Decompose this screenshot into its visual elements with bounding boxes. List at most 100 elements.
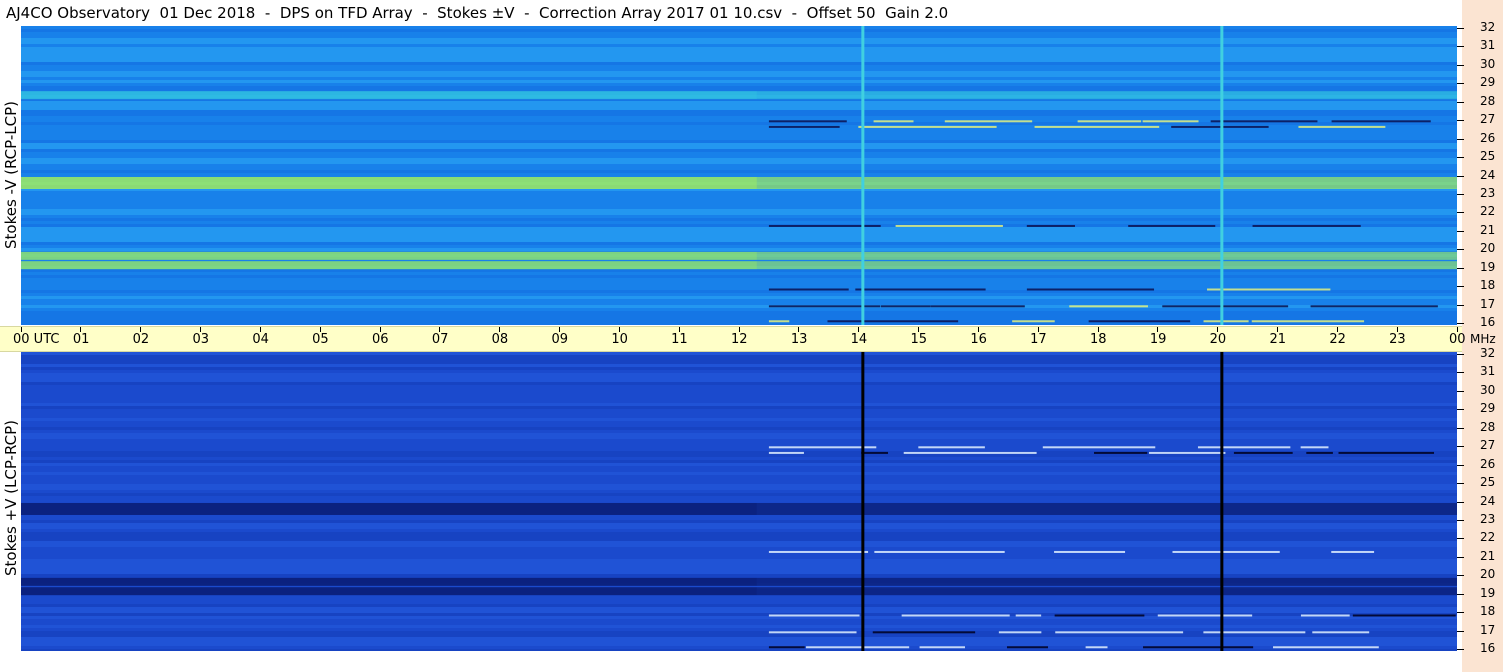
interference-streak bbox=[1251, 320, 1365, 323]
time-tick-label: 06 bbox=[372, 332, 389, 347]
frequency-tick-mark bbox=[1457, 120, 1464, 122]
time-tick-label: 05 bbox=[312, 332, 329, 347]
time-tick-label: 22 bbox=[1329, 332, 1346, 347]
spectrogram-texture-row bbox=[21, 149, 1457, 152]
spectrogram-texture-row bbox=[21, 364, 1457, 367]
frequency-tick-label: 28 bbox=[1480, 419, 1496, 434]
spectrogram-texture-row bbox=[21, 454, 1457, 457]
spectrogram-texture-row bbox=[21, 242, 1457, 245]
interference-streak bbox=[1094, 451, 1148, 454]
spectrogram-texture-row bbox=[21, 430, 1457, 433]
spectrogram-texture-row bbox=[21, 448, 1457, 451]
frequency-tick-label: 18 bbox=[1480, 278, 1496, 293]
time-tick-label: 11 bbox=[671, 332, 688, 347]
spectrogram-texture-row bbox=[21, 610, 1457, 613]
time-tick-label: 02 bbox=[132, 332, 150, 347]
interference-streak bbox=[1331, 550, 1375, 553]
spectrogram-texture-row bbox=[21, 607, 1457, 610]
frequency-band bbox=[21, 502, 757, 515]
interference-streak bbox=[861, 451, 889, 454]
spectrogram-texture-row bbox=[21, 388, 1457, 391]
time-tick-label: 17 bbox=[1030, 332, 1047, 347]
interference-streak bbox=[768, 631, 857, 634]
spectrogram-texture-row bbox=[21, 29, 1457, 32]
spectrogram-texture-row bbox=[21, 68, 1457, 71]
frequency-band bbox=[21, 587, 757, 596]
frequency-tick-label: 28 bbox=[1480, 93, 1496, 108]
spectrogram-texture-row bbox=[21, 311, 1457, 314]
time-tick-label: 13 bbox=[790, 332, 808, 347]
spectrogram-texture-row bbox=[21, 146, 1457, 149]
spectrogram-texture-row bbox=[21, 538, 1457, 541]
frequency-tick-label: 22 bbox=[1480, 204, 1496, 219]
frequency-tick-mark bbox=[1457, 427, 1464, 429]
time-tick-label: 04 bbox=[252, 332, 269, 347]
interference-streak bbox=[1171, 125, 1269, 128]
frequency-tick-mark bbox=[1457, 267, 1464, 269]
frequency-tick-label: 26 bbox=[1480, 456, 1496, 471]
spectrogram-texture-row bbox=[21, 643, 1457, 646]
spectrogram-texture-row bbox=[21, 110, 1457, 113]
interference-streak bbox=[1015, 614, 1042, 617]
spectrogram-texture-row bbox=[21, 278, 1457, 281]
spectrogram-texture-row bbox=[21, 619, 1457, 622]
spectrogram-texture-row bbox=[21, 649, 1457, 651]
interference-streak bbox=[768, 120, 847, 123]
spectrogram-texture-row bbox=[21, 520, 1457, 523]
spectrogram-texture-row bbox=[21, 38, 1457, 41]
spectrogram-texture-row bbox=[21, 379, 1457, 382]
interference-streak bbox=[1149, 451, 1226, 454]
spectrogram-texture-row bbox=[21, 302, 1457, 305]
frequency-tick-mark bbox=[1457, 101, 1464, 103]
frequency-tick-mark bbox=[1457, 28, 1464, 29]
interference-streak bbox=[768, 288, 849, 291]
frequency-tick-label: 24 bbox=[1480, 493, 1496, 508]
interference-streak bbox=[1042, 446, 1156, 449]
spectrogram-texture-row bbox=[21, 122, 1457, 125]
frequency-tick-label: 25 bbox=[1480, 475, 1496, 490]
frequency-tick-label: 23 bbox=[1480, 511, 1496, 526]
frequency-tick-mark bbox=[1457, 464, 1464, 466]
frequency-tick-label: 17 bbox=[1480, 296, 1496, 311]
vertical-interference-line bbox=[861, 352, 865, 651]
frequency-tick-mark bbox=[1457, 446, 1464, 448]
bottom-spectrogram-svg bbox=[21, 352, 1457, 651]
spectrogram-texture-row bbox=[21, 170, 1457, 173]
time-tick-label: 16 bbox=[970, 332, 987, 347]
spectrogram-texture-row bbox=[21, 161, 1457, 164]
time-tick-label: 10 bbox=[611, 332, 628, 347]
bottom-frequency-axis: 32 31 30 29 28 27 26 25 24 23 22 21 20 19 18 17 16 bbox=[1457, 346, 1503, 655]
bottom-spectrogram-panel bbox=[21, 352, 1457, 651]
time-tick-label: 19 bbox=[1149, 332, 1167, 347]
spectrogram-texture-row bbox=[21, 595, 1457, 598]
spectrogram-texture-row bbox=[21, 239, 1457, 242]
spectrogram-texture-row bbox=[21, 409, 1457, 412]
interference-streak bbox=[827, 320, 959, 323]
spectrogram-texture-row bbox=[21, 640, 1457, 643]
spectrogram-texture-row bbox=[21, 104, 1457, 107]
spectrogram-texture-row bbox=[21, 140, 1457, 143]
interference-streak bbox=[1310, 305, 1438, 308]
interference-streak bbox=[1300, 446, 1329, 449]
spectrogram-texture-row bbox=[21, 272, 1457, 275]
spectrogram-texture-row bbox=[21, 535, 1457, 538]
spectrogram-texture-row bbox=[21, 71, 1457, 74]
interference-streak bbox=[855, 288, 986, 291]
frequency-tick-label: 30 bbox=[1480, 56, 1496, 71]
top-spectrogram-svg bbox=[21, 26, 1457, 325]
time-tick-label: 21 bbox=[1269, 332, 1287, 347]
frequency-tick-mark bbox=[1457, 304, 1464, 306]
bottom-panel-ylabel: Stokes +V (LCP-RCP) bbox=[2, 420, 20, 576]
interference-streak bbox=[874, 550, 1005, 553]
spectrogram-texture-row bbox=[21, 475, 1457, 478]
spectrogram-texture-row bbox=[21, 32, 1457, 35]
spectrogram-texture-row bbox=[21, 296, 1457, 299]
interference-streak bbox=[1034, 125, 1160, 128]
spectrogram-texture-row bbox=[21, 299, 1457, 302]
spectrogram-texture-row bbox=[21, 314, 1457, 317]
spectrogram-texture-row bbox=[21, 191, 1457, 194]
spectrogram-texture-row bbox=[21, 227, 1457, 230]
frequency-tick-label: 31 bbox=[1480, 364, 1496, 379]
frequency-tick-mark bbox=[1457, 593, 1464, 595]
interference-streak bbox=[768, 125, 840, 128]
